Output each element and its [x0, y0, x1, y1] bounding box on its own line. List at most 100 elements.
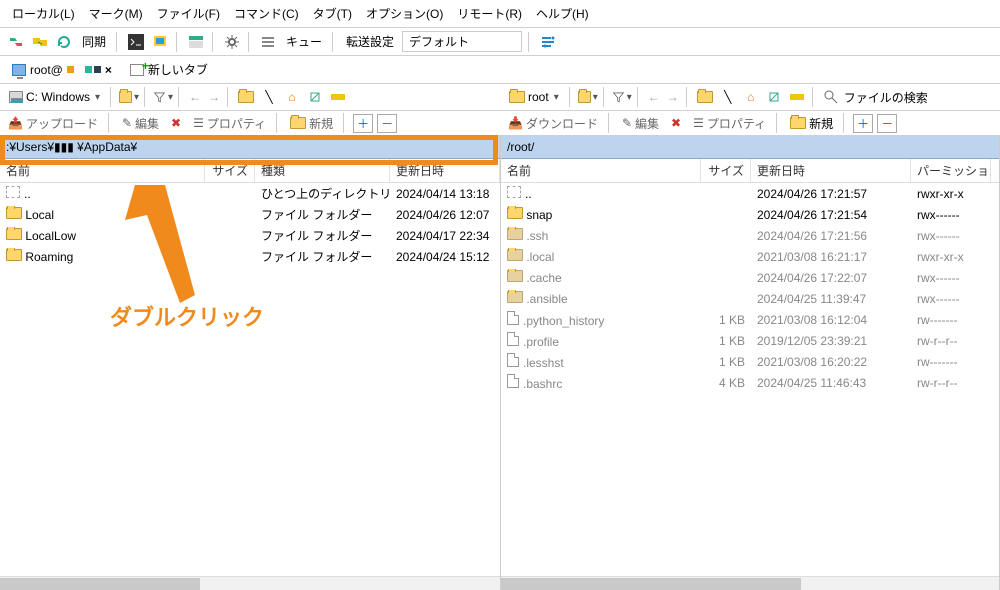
folder-icon [507, 228, 523, 240]
upload-button[interactable]: 📤 アップロード [4, 114, 102, 133]
remote-delete-button[interactable]: ✖ [667, 115, 685, 131]
terminal-icon[interactable] [126, 32, 146, 52]
local-horiz-scrollbar[interactable] [0, 576, 500, 590]
remote-up-icon[interactable] [695, 87, 715, 107]
col-size[interactable]: サイズ [205, 159, 255, 182]
close-tab-icon[interactable]: × [105, 63, 112, 77]
parent-dir-row[interactable]: .. 2024/04/26 17:21:57 rwxr-xr-x [501, 183, 999, 204]
folder-icon [507, 270, 523, 282]
remote-horiz-scrollbar[interactable] [501, 576, 999, 590]
local-drive-combo[interactable]: C: Windows [4, 88, 105, 106]
menu-remote[interactable]: リモート(R) [453, 3, 526, 24]
file-icon [507, 311, 519, 325]
col-type[interactable]: 種類 [255, 159, 390, 182]
local-root-icon[interactable]: ╲ [259, 87, 279, 107]
local-forward-button[interactable]: → [206, 90, 222, 104]
new-tab-icon [130, 64, 144, 76]
session-leds [67, 66, 101, 73]
sync-refresh-icon[interactable] [54, 32, 74, 52]
local-open-folder-icon[interactable] [119, 87, 139, 107]
col-name[interactable]: 名前 [501, 159, 701, 182]
remote-bookmark-icon[interactable] [787, 87, 807, 107]
col-perm[interactable]: パーミッション [911, 159, 991, 182]
table-row[interactable]: .ssh2024/04/26 17:21:56rwx------ [501, 225, 999, 246]
col-size[interactable]: サイズ [701, 159, 751, 182]
remote-root-icon[interactable]: ╲ [718, 87, 738, 107]
find-files-label[interactable]: ファイルの検索 [844, 89, 928, 106]
sync-label[interactable]: 同期 [78, 33, 110, 50]
menu-command[interactable]: コマンド(C) [230, 3, 303, 24]
remote-new-button[interactable]: 新規 [786, 114, 837, 133]
remote-dir-combo[interactable]: root [504, 88, 564, 106]
local-sync-browse-icon[interactable] [305, 87, 325, 107]
sync-folders-icon[interactable] [30, 32, 50, 52]
local-file-list[interactable]: .. ひとつ上のディレクトリ 2024/04/14 13:18 Localファイ… [0, 183, 500, 590]
remote-path[interactable]: /root/ [501, 136, 999, 159]
local-props-button[interactable]: ☰ プロパティ [189, 114, 270, 133]
remote-plus-button[interactable]: ＋ [853, 114, 873, 133]
folder-icon [507, 291, 523, 303]
menu-tab[interactable]: タブ(T) [309, 3, 356, 24]
table-row[interactable]: .bashrc4 KB2024/04/25 11:46:43rw-r--r-- [501, 372, 999, 393]
sync-compare-icon[interactable] [6, 32, 26, 52]
local-minus-button[interactable]: － [377, 114, 397, 133]
local-edit-button[interactable]: ✎ 編集 [118, 114, 163, 133]
find-icon[interactable] [821, 87, 841, 107]
remote-props-button[interactable]: ☰ プロパティ [689, 114, 770, 133]
local-new-button[interactable]: 新規 [286, 114, 337, 133]
table-row[interactable]: LocalLowファイル フォルダー2024/04/17 22:34 [0, 225, 500, 246]
local-bookmark-icon[interactable] [328, 87, 348, 107]
table-row[interactable]: snap2024/04/26 17:21:54rwx------ [501, 204, 999, 225]
session-tab[interactable]: root@ × [6, 61, 118, 79]
putty-icon[interactable] [150, 32, 170, 52]
table-row[interactable]: Localファイル フォルダー2024/04/26 12:07 [0, 204, 500, 225]
col-name[interactable]: 名前 [0, 159, 205, 182]
remote-open-folder-icon[interactable] [578, 87, 598, 107]
table-row[interactable]: .python_history1 KB2021/03/08 16:12:04rw… [501, 309, 999, 330]
remote-back-button[interactable]: ← [646, 90, 662, 104]
remote-file-list[interactable]: .. 2024/04/26 17:21:57 rwxr-xr-x snap202… [501, 183, 999, 590]
menu-mark[interactable]: マーク(M) [85, 3, 147, 24]
table-row[interactable]: .lesshst1 KB2021/03/08 16:20:22rw------- [501, 351, 999, 372]
remote-minus-button[interactable]: － [877, 114, 897, 133]
local-path[interactable]: :¥Users¥▮▮▮ ¥AppData¥ [0, 136, 500, 159]
download-button[interactable]: 📥 ダウンロード [504, 114, 602, 133]
local-home-icon[interactable]: ⌂ [282, 87, 302, 107]
local-pane: :¥Users¥▮▮▮ ¥AppData¥ 名前 サイズ 種類 更新日時 .. … [0, 136, 501, 590]
menu-local[interactable]: ローカル(L) [8, 3, 79, 24]
table-row[interactable]: .local2021/03/08 16:21:17rwxr-xr-x [501, 246, 999, 267]
menu-file[interactable]: ファイル(F) [153, 3, 224, 24]
new-tab-button[interactable]: 新しいタブ [124, 59, 214, 80]
toolbar-main: 同期 キュー 転送設定 デフォルト [0, 28, 1000, 56]
monitor-icon [12, 64, 26, 76]
local-delete-button[interactable]: ✖ [167, 115, 185, 131]
parent-dir-row[interactable]: .. ひとつ上のディレクトリ 2024/04/14 13:18 [0, 183, 500, 204]
transfer-settings-icon[interactable] [538, 32, 558, 52]
remote-filter-icon[interactable] [612, 87, 632, 107]
local-up-icon[interactable] [236, 87, 256, 107]
table-row[interactable]: .profile1 KB2019/12/05 23:39:21rw-r--r-- [501, 330, 999, 351]
local-plus-button[interactable]: ＋ [353, 114, 373, 133]
remote-home-icon[interactable]: ⌂ [741, 87, 761, 107]
table-row[interactable]: .ansible2024/04/25 11:39:47rwx------ [501, 288, 999, 309]
local-back-button[interactable]: ← [187, 90, 203, 104]
table-row[interactable]: .cache2024/04/26 17:22:07rwx------ [501, 267, 999, 288]
queue-icon[interactable] [258, 32, 278, 52]
table-row[interactable]: Roamingファイル フォルダー2024/04/24 15:12 [0, 246, 500, 267]
queue-label[interactable]: キュー [282, 33, 326, 50]
menu-help[interactable]: ヘルプ(H) [532, 3, 593, 24]
up-icon [6, 186, 20, 198]
transfer-settings-label: 転送設定 [342, 33, 398, 50]
transfer-preset-select[interactable]: デフォルト [402, 31, 522, 52]
local-header: 名前 サイズ 種類 更新日時 [0, 159, 500, 183]
remote-sync-browse-icon[interactable] [764, 87, 784, 107]
local-filter-icon[interactable] [153, 87, 173, 107]
col-date[interactable]: 更新日時 [751, 159, 911, 182]
file-icon [507, 353, 519, 367]
remote-forward-button[interactable]: → [665, 90, 681, 104]
remote-edit-button[interactable]: ✎ 編集 [618, 114, 663, 133]
explorer-icon[interactable] [186, 32, 206, 52]
col-date[interactable]: 更新日時 [390, 159, 500, 182]
gear-icon[interactable] [222, 32, 242, 52]
menu-option[interactable]: オプション(O) [362, 3, 447, 24]
